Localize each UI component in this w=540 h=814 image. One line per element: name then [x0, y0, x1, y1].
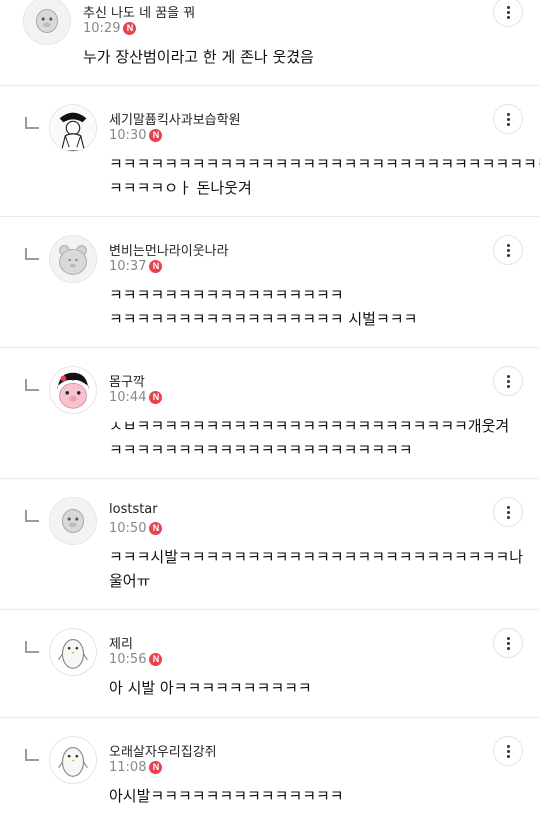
reply-item: 오래살자우리집강쥐 11:08 N 아시발ㅋㅋㅋㅋㅋㅋㅋㅋㅋㅋㅋㅋㅋㅋ — [0, 718, 540, 814]
kebab-menu-icon — [506, 636, 510, 650]
comment-time: 10:29 N — [83, 21, 137, 36]
comment-time: 10:56 N — [109, 652, 163, 667]
reply-indicator-icon — [25, 117, 39, 129]
comment-line: ㅋㅋㅋㅋㅋㅋㅋㅋㅋㅋㅋㅋㅋㅋㅋㅋㅋ 시벌ㅋㅋㅋ — [109, 310, 418, 328]
time-text: 11:08 — [109, 760, 147, 775]
gray-character-icon — [61, 509, 85, 533]
reply-item: 몸구깍 10:44 N ㅅㅂㅋㅋㅋㅋㅋㅋㅋㅋㅋㅋㅋㅋㅋㅋㅋㅋㅋㅋㅋㅋㅋㅋㅋㅋ개웃… — [0, 348, 540, 479]
comment-time: 10:37 N — [109, 259, 163, 274]
comment-time: 10:30 N — [109, 128, 163, 143]
sketch-figure-icon — [50, 105, 96, 151]
time-text: 10:44 — [109, 390, 147, 405]
time-text: 10:29 — [83, 21, 121, 36]
comment-time: 10:50 N — [109, 521, 163, 536]
comment-line: ㅋㅋㅋ시발ㅋㅋㅋㅋㅋㅋㅋㅋㅋㅋㅋㅋㅋㅋㅋㅋㅋㅋㅋㅋㅋㅋㅋㅋ나 — [109, 548, 524, 566]
comment-line: 아시발ㅋㅋㅋㅋㅋㅋㅋㅋㅋㅋㅋㅋㅋㅋ — [109, 787, 344, 805]
comment-line: 아 시발 아ㅋㅋㅋㅋㅋㅋㅋㅋㅋㅋ — [109, 679, 312, 697]
comment-time: 11:08 N — [109, 760, 163, 775]
reply-indicator-icon — [25, 641, 39, 653]
comment-line: 누가 장산범이라고 한 게 존나 웃겼음 — [83, 48, 314, 66]
penguin-icon — [58, 638, 88, 669]
more-options-button[interactable] — [493, 366, 523, 396]
new-badge: N — [149, 761, 163, 774]
avatar[interactable] — [49, 366, 97, 414]
reply-indicator-icon — [25, 749, 39, 761]
new-badge: N — [149, 653, 163, 666]
time-text: 10:50 — [109, 521, 147, 536]
comment-text: ㅅㅂㅋㅋㅋㅋㅋㅋㅋㅋㅋㅋㅋㅋㅋㅋㅋㅋㅋㅋㅋㅋㅋㅋㅋㅋ개웃겨 ㅋㅋㅋㅋㅋㅋㅋㅋㅋㅋ… — [109, 414, 509, 462]
comment-line: ㅋㅋㅋㅋㅋㅋㅋㅋㅋㅋㅋㅋㅋㅋㅋㅋㅋㅋㅋㅋㅋㅋ — [109, 441, 413, 459]
nickname[interactable]: 오래살자우리집강쥐 — [109, 741, 217, 760]
nickname[interactable]: 추신 나도 네 꿈을 꿔 — [83, 2, 195, 21]
gray-bear-icon — [59, 245, 87, 275]
new-badge: N — [149, 391, 163, 404]
comment-line: ㅋㅋㅋㅋㅇㅏ 돈나웃겨 — [109, 179, 252, 197]
avatar[interactable] — [49, 628, 97, 676]
reply-item: 세기말퓹킥사과보습학원 10:30 N ㅋㅋㅋㅋㅋㅋㅋㅋㅋㅋㅋㅋㅋㅋㅋㅋㅋㅋㅋㅋ… — [0, 86, 540, 217]
time-text: 10:30 — [109, 128, 147, 143]
new-badge: N — [149, 129, 163, 142]
avatar[interactable] — [23, 0, 71, 45]
pink-pig-girl-icon — [57, 372, 89, 409]
reply-indicator-icon — [25, 379, 39, 391]
reply-indicator-icon — [25, 510, 39, 522]
kebab-menu-icon — [506, 243, 510, 257]
avatar[interactable] — [49, 497, 97, 545]
new-badge: N — [149, 522, 163, 535]
reply-item: 변비는먼나라이웃나라 10:37 N ㅋㅋㅋㅋㅋㅋㅋㅋㅋㅋㅋㅋㅋㅋㅋㅋㅋ ㅋㅋㅋ… — [0, 217, 540, 348]
comment-text: 아시발ㅋㅋㅋㅋㅋㅋㅋㅋㅋㅋㅋㅋㅋㅋ — [109, 784, 344, 808]
kebab-menu-icon — [506, 505, 510, 519]
reply-item: loststar 10:50 N ㅋㅋㅋ시발ㅋㅋㅋㅋㅋㅋㅋㅋㅋㅋㅋㅋㅋㅋㅋㅋㅋㅋ… — [0, 479, 540, 610]
avatar[interactable] — [49, 235, 97, 283]
more-options-button[interactable] — [493, 628, 523, 658]
gray-character-icon — [35, 9, 59, 33]
comment-text: ㅋㅋㅋㅋㅋㅋㅋㅋㅋㅋㅋㅋㅋㅋㅋㅋㅋㅋㅋㅋㅋㅋㅋㅋㅋㅋㅋㅋㅋㅋㅋㅋ ㅋㅋㅋㅋㅇㅏ … — [109, 152, 540, 200]
kebab-menu-icon — [506, 5, 510, 19]
reply-item: 제리 10:56 N 아 시발 아ㅋㅋㅋㅋㅋㅋㅋㅋㅋㅋ — [0, 610, 540, 718]
kebab-menu-icon — [506, 112, 510, 126]
more-options-button[interactable] — [493, 104, 523, 134]
comment-text: ㅋㅋㅋ시발ㅋㅋㅋㅋㅋㅋㅋㅋㅋㅋㅋㅋㅋㅋㅋㅋㅋㅋㅋㅋㅋㅋㅋㅋ나 울어ㅠ — [109, 545, 523, 593]
penguin-icon — [58, 746, 88, 777]
new-badge: N — [149, 260, 163, 273]
more-options-button[interactable] — [493, 736, 523, 766]
comment-text: 누가 장산범이라고 한 게 존나 웃겼음 — [83, 45, 314, 69]
comment-line: 울어ㅠ — [109, 572, 151, 590]
comment-time: 10:44 N — [109, 390, 163, 405]
comment-text: ㅋㅋㅋㅋㅋㅋㅋㅋㅋㅋㅋㅋㅋㅋㅋㅋㅋ ㅋㅋㅋㅋㅋㅋㅋㅋㅋㅋㅋㅋㅋㅋㅋㅋㅋ 시벌ㅋㅋ… — [109, 283, 417, 331]
comment-line: ㅋㅋㅋㅋㅋㅋㅋㅋㅋㅋㅋㅋㅋㅋㅋㅋㅋ — [109, 286, 344, 304]
more-options-button[interactable] — [493, 235, 523, 265]
new-badge: N — [123, 22, 137, 35]
kebab-menu-icon — [506, 744, 510, 758]
nickname[interactable]: 제리 — [109, 633, 133, 652]
time-text: 10:56 — [109, 652, 147, 667]
comment-text: 아 시발 아ㅋㅋㅋㅋㅋㅋㅋㅋㅋㅋ — [109, 676, 312, 700]
nickname[interactable]: 몸구깍 — [109, 371, 145, 390]
comment-line: ㅋㅋㅋㅋㅋㅋㅋㅋㅋㅋㅋㅋㅋㅋㅋㅋㅋㅋㅋㅋㅋㅋㅋㅋㅋㅋㅋㅋㅋㅋㅋㅋ — [109, 155, 540, 173]
time-text: 10:37 — [109, 259, 147, 274]
more-options-button[interactable] — [493, 497, 523, 527]
nickname[interactable]: 변비는먼나라이웃나라 — [109, 240, 229, 259]
avatar[interactable] — [49, 104, 97, 152]
kebab-menu-icon — [506, 374, 510, 388]
comment-line: ㅅㅂㅋㅋㅋㅋㅋㅋㅋㅋㅋㅋㅋㅋㅋㅋㅋㅋㅋㅋㅋㅋㅋㅋㅋㅋ개웃겨 — [109, 417, 510, 435]
nickname[interactable]: loststar — [109, 502, 158, 517]
avatar[interactable] — [49, 736, 97, 784]
nickname[interactable]: 세기말퓹킥사과보습학원 — [109, 109, 241, 128]
more-options-button[interactable] — [493, 0, 523, 27]
comment-item: 추신 나도 네 꿈을 꿔 10:29 N 누가 장산범이라고 한 게 존나 웃겼… — [0, 0, 540, 86]
reply-indicator-icon — [25, 248, 39, 260]
